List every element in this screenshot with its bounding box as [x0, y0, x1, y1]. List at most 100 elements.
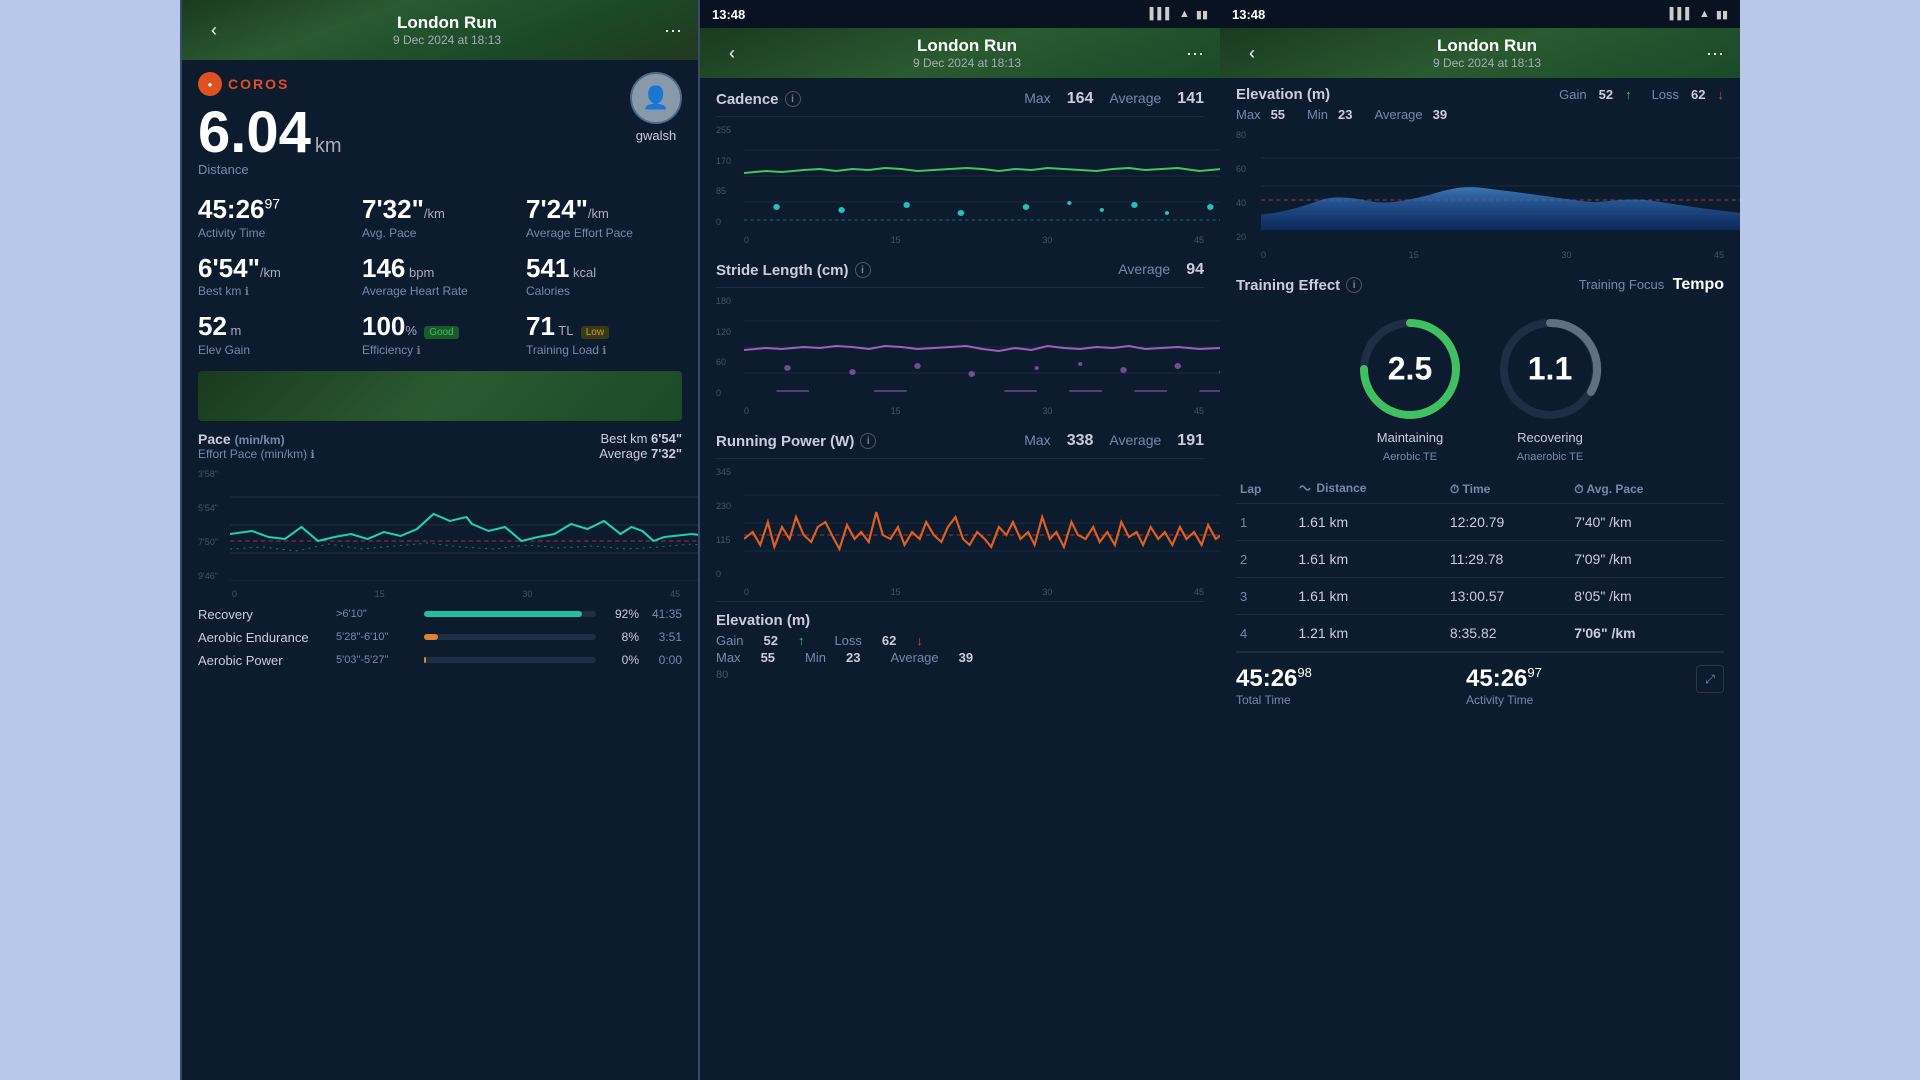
run-date-2: 9 Dec 2024 at 18:13 [913, 56, 1021, 70]
stat-avg-pace-value: 7'32"/km [362, 195, 518, 224]
distance-display: 6.04 km [198, 104, 342, 162]
aerobic-te-circle: 2.5 [1355, 314, 1465, 424]
cadence-chart-svg [744, 125, 1220, 227]
elev-header-p3: Elevation (m) Gain 52 ↑ Loss 62 ↓ [1236, 86, 1724, 103]
map-header-2: ‹ London Run 9 Dec 2024 at 18:13 ··· [700, 28, 1220, 78]
stat-calories-label: Calories [526, 284, 682, 298]
lap-num-1: 1 [1236, 504, 1294, 541]
lap-time-2: 11:29.78 [1446, 541, 1570, 578]
distance-col-icon: Distance [1298, 481, 1366, 495]
stride-avg-val: 94 [1186, 261, 1204, 279]
stat-efficiency-value: 100% Good [362, 312, 518, 341]
y-label-1: 3'58" [198, 469, 230, 479]
recovery-time-1: 41:35 [647, 607, 682, 621]
stat-activity-time: 45:2697 Activity Time [198, 195, 354, 240]
coros-brand-text: COROS [228, 76, 289, 92]
elev-y-hint: 80 [716, 669, 1204, 681]
lap-dist-4: 1.21 km [1294, 615, 1445, 652]
total-time-value: 45:2698 [1236, 665, 1312, 693]
stat-best-km: 6'54"/km Best km ℹ [198, 254, 354, 299]
header-bar-2: ‹ London Run 9 Dec 2024 at 18:13 ··· [700, 36, 1220, 70]
fullscreen-button[interactable]: ⤢ [1696, 665, 1724, 693]
panel-2: 13:48 ▌▌▌ ▲ ▮▮ ‹ London Run 9 Dec 2024 a… [700, 0, 1220, 1080]
back-button-2[interactable]: ‹ [716, 37, 748, 69]
te-info-icon[interactable]: i [1346, 277, 1362, 293]
elevation-section-p3: Elevation (m) Gain 52 ↑ Loss 62 ↓ Max 55… [1236, 78, 1724, 122]
stat-calories: 541 kcal Calories [526, 254, 682, 299]
panel3-scroll: Elevation (m) Gain 52 ↑ Loss 62 ↓ Max 55… [1220, 78, 1740, 727]
elev-chart-svg [1261, 130, 1740, 242]
y-label-3: 7'50" [198, 537, 230, 547]
recovery-time-2: 3:51 [647, 630, 682, 644]
lap-dist-3: 1.61 km [1294, 578, 1445, 615]
recovery-row-1: Recovery >6'10" 92% 41:35 [198, 607, 682, 622]
power-info-icon[interactable]: i [860, 433, 876, 449]
user-name: gwalsh [636, 128, 676, 143]
elev-min-val-p2: 23 [846, 650, 860, 665]
recovery-label-3: Aerobic Power [198, 653, 328, 668]
x-30: 30 [522, 589, 532, 599]
lap-row-3: 3 1.61 km 13:00.57 8'05" /km [1236, 578, 1724, 615]
lap-num-2: 2 [1236, 541, 1294, 578]
stride-info-icon[interactable]: i [855, 262, 871, 278]
lap-time-3: 13:00.57 [1446, 578, 1570, 615]
more-button-2[interactable]: ··· [1186, 43, 1204, 64]
elev-down-arrow-p3: ↓ [1718, 87, 1725, 102]
recovery-row-3: Aerobic Power 5'03"-5'27" 0% 0:00 [198, 653, 682, 668]
more-button-1[interactable]: ··· [664, 20, 682, 41]
recovery-pct-1: 92% [604, 607, 639, 621]
coros-icon: ● [198, 72, 222, 96]
elevation-section-p2: Elevation (m) Gain 52 ↑ Loss 62 ↓ Max 55… [716, 601, 1204, 681]
te-focus-area: Training Focus Tempo [1579, 276, 1724, 294]
elev-avg-label-p2: Average [890, 650, 938, 665]
wifi-icon-3: ▲ [1699, 8, 1710, 20]
more-button-3[interactable]: ··· [1706, 43, 1724, 64]
power-avg-label: Average [1109, 432, 1161, 450]
aerobic-te-label2: Aerobic TE [1383, 451, 1437, 463]
run-date-3: 9 Dec 2024 at 18:13 [1433, 56, 1541, 70]
anaerobic-te-circle: 1.1 [1495, 314, 1605, 424]
cadence-title: Cadence i [716, 91, 801, 108]
distance-value: 6.04 [198, 104, 311, 162]
stride-x-labels: 0153045 [744, 406, 1204, 416]
aerobic-te-label1: Maintaining [1377, 430, 1444, 445]
lap-pace-3: 8'05" /km [1570, 578, 1724, 615]
lap-time-4: 8:35.82 [1446, 615, 1570, 652]
power-max-val: 338 [1067, 432, 1094, 450]
elev-stats-row-2: Max 55 Min 23 Average 39 [716, 650, 1204, 665]
back-button-3[interactable]: ‹ [1236, 37, 1268, 69]
elev-avg-val-p2: 39 [959, 650, 973, 665]
recovery-range-3: 5'03"-5'27" [336, 654, 416, 666]
stat-avg-pace-label: Avg. Pace [362, 226, 518, 240]
elev-avg-v-p3: 39 [1433, 107, 1447, 122]
stride-chart: 180120600 [716, 296, 1204, 416]
cadence-stats: Max 164 Average 141 [1024, 90, 1204, 108]
recovery-bar-1 [424, 611, 596, 617]
run-title-1: London Run [393, 13, 501, 33]
cadence-x-labels: 0153045 [744, 235, 1204, 245]
signal-icon-3: ▌▌▌ [1670, 8, 1693, 20]
te-focus-label: Training Focus [1579, 277, 1665, 292]
stat-elev-gain-label: Elev Gain [198, 343, 354, 357]
status-icons-3: ▌▌▌ ▲ ▮▮ [1670, 8, 1728, 21]
lap-row-2: 2 1.61 km 11:29.78 7'09" /km [1236, 541, 1724, 578]
stride-header: Stride Length (cm) i Average 94 [716, 249, 1204, 288]
cadence-info-icon[interactable]: i [785, 91, 801, 107]
stride-title: Stride Length (cm) i [716, 262, 871, 279]
back-button-1[interactable]: ‹ [198, 14, 230, 46]
elev-min-lbl-p3: Min [1307, 107, 1328, 122]
status-icons-2: ▌▌▌ ▲ ▮▮ [1150, 8, 1208, 21]
elev-title-p3: Elevation (m) [1236, 86, 1330, 103]
status-bar-3: 13:48 ▌▌▌ ▲ ▮▮ [1220, 0, 1740, 28]
lap-table: Lap Distance ⏱ Time ⏱ A [1236, 475, 1724, 652]
elev-gain-lbl-p3: Gain [1559, 87, 1586, 102]
stat-avg-pace: 7'32"/km Avg. Pace [362, 195, 518, 240]
cadence-max-label: Max [1024, 90, 1050, 108]
te-focus-val: Tempo [1673, 276, 1724, 293]
lap-dist-1: 1.61 km [1294, 504, 1445, 541]
stat-training-load: 71 TL Low Training Load ℹ [526, 312, 682, 357]
aerobic-te-container: 2.5 Maintaining Aerobic TE [1355, 314, 1465, 463]
header-title-area-1: London Run 9 Dec 2024 at 18:13 [393, 13, 501, 47]
user-avatar: 👤 [630, 72, 682, 124]
x-0: 0 [232, 589, 237, 599]
